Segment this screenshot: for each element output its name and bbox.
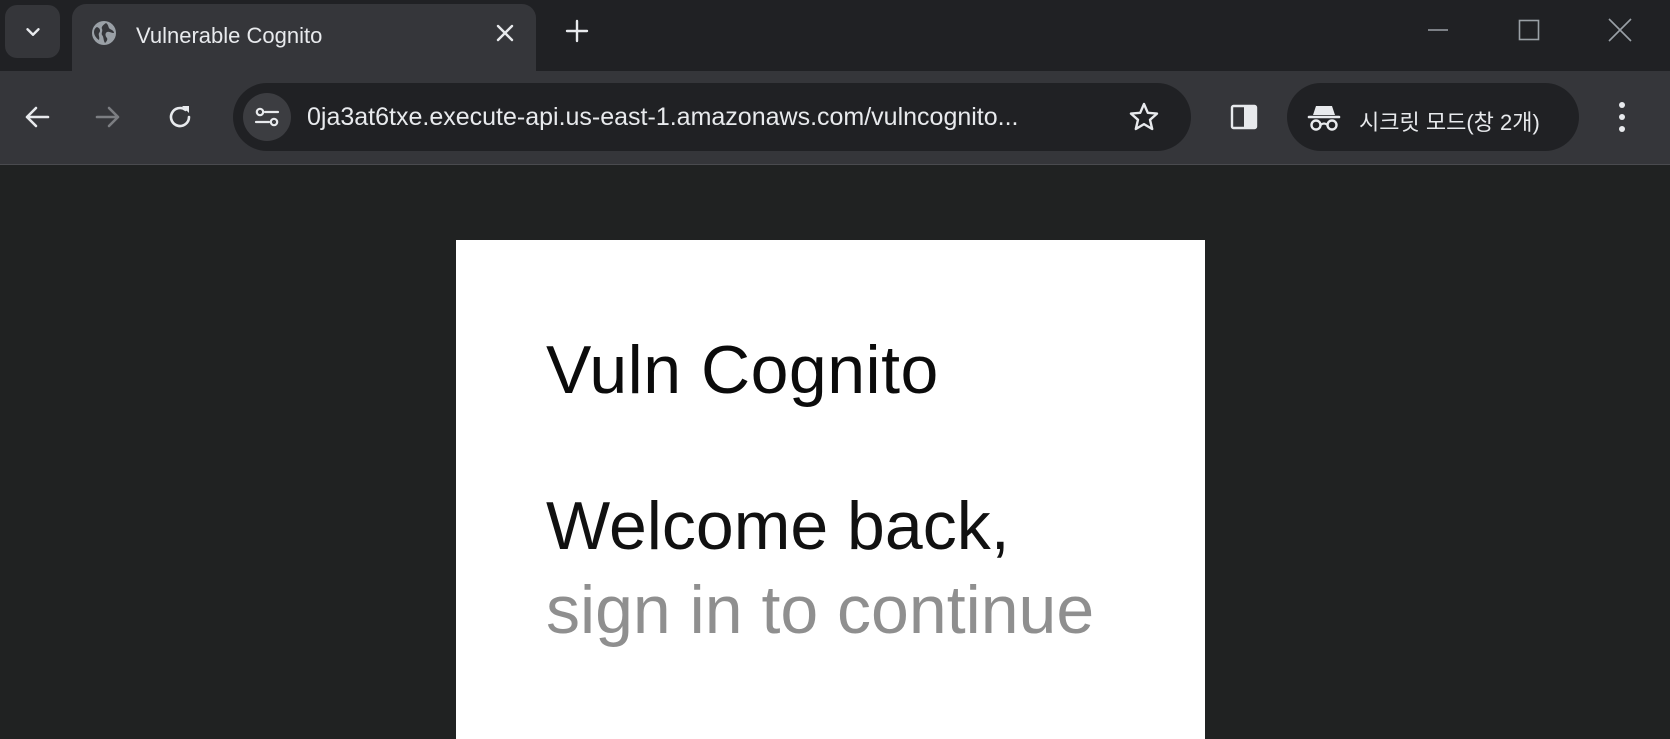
tab-close-button[interactable] <box>490 18 520 48</box>
bookmark-button[interactable] <box>1123 96 1165 138</box>
star-icon <box>1129 102 1159 131</box>
close-icon <box>496 24 514 42</box>
side-panel-button[interactable] <box>1222 95 1266 139</box>
plus-icon <box>565 19 589 43</box>
close-window-button[interactable] <box>1598 10 1642 50</box>
site-info-button[interactable] <box>243 93 291 141</box>
new-tab-button[interactable] <box>560 14 594 48</box>
browser-menu-button[interactable] <box>1600 95 1644 139</box>
minimize-button[interactable] <box>1416 10 1460 50</box>
browser-toolbar: 0ja3at6txe.execute-api.us-east-1.amazona… <box>0 71 1670 165</box>
kebab-menu-icon <box>1619 102 1625 132</box>
tab-search-button[interactable] <box>5 5 60 58</box>
sign-in-card: Vuln Cognito Welcome back, sign in to co… <box>456 240 1205 739</box>
globe-icon <box>92 21 116 45</box>
chevron-down-icon <box>25 27 40 36</box>
page-viewport: Vuln Cognito Welcome back, sign in to co… <box>0 165 1670 739</box>
forward-button[interactable] <box>86 95 130 139</box>
url-text[interactable]: 0ja3at6txe.execute-api.us-east-1.amazona… <box>307 103 1107 132</box>
side-panel-icon <box>1230 104 1258 130</box>
maximize-icon <box>1518 19 1540 41</box>
reload-button[interactable] <box>158 95 202 139</box>
tab-title: Vulnerable Cognito <box>136 23 323 48</box>
active-tab[interactable]: Vulnerable Cognito <box>72 4 536 71</box>
forward-arrow-icon <box>95 106 120 128</box>
tune-icon <box>254 107 280 127</box>
sign-in-subtitle: sign in to continue <box>546 572 1095 648</box>
incognito-icon <box>1307 106 1341 131</box>
close-window-icon <box>1608 18 1632 42</box>
back-button[interactable] <box>15 95 59 139</box>
back-arrow-icon <box>25 106 50 128</box>
welcome-heading: Welcome back, <box>546 488 1010 564</box>
incognito-label: 시크릿 모드(창 2개) <box>1359 110 1540 135</box>
tab-strip: Vulnerable Cognito <box>0 0 1670 71</box>
reload-icon <box>169 106 191 128</box>
address-bar[interactable]: 0ja3at6txe.execute-api.us-east-1.amazona… <box>233 83 1191 151</box>
minimize-icon <box>1428 29 1448 31</box>
app-title: Vuln Cognito <box>546 332 939 408</box>
incognito-indicator[interactable]: 시크릿 모드(창 2개) <box>1287 83 1579 151</box>
maximize-button[interactable] <box>1507 10 1551 50</box>
